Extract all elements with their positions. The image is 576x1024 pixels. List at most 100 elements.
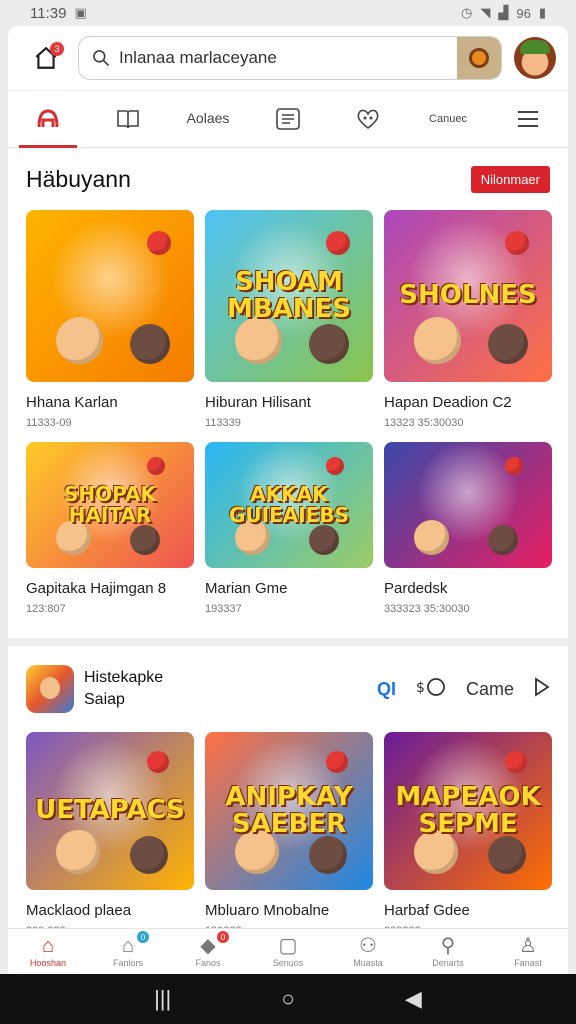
search-icon bbox=[93, 50, 110, 67]
game-thumbnail[interactable]: MAPEAOK SEPME bbox=[384, 732, 552, 890]
game-card[interactable]: SHOLNES Hapan Deadion C2 13323 35:30030 bbox=[384, 210, 552, 442]
character-art bbox=[414, 520, 449, 555]
game-thumbnail[interactable]: SHOAM MBANES bbox=[205, 210, 373, 382]
bottom-nav-fanast[interactable]: ♙ Fanast bbox=[493, 929, 563, 974]
thumbnail-title: SHOAM MBANES bbox=[226, 266, 352, 324]
game-meta: 123:807 bbox=[26, 603, 66, 615]
chat-icon: ◆ bbox=[200, 934, 216, 957]
game-card[interactable]: Pardedsk 333323 35:30030 bbox=[384, 442, 552, 634]
character-art bbox=[235, 317, 282, 364]
game-title[interactable]: Harbaf Gdee bbox=[384, 902, 552, 919]
signal-icon: ▟ bbox=[498, 5, 509, 20]
bottom-nav-denarts[interactable]: ⚲ Denarts bbox=[413, 929, 483, 974]
avatar[interactable] bbox=[514, 37, 556, 79]
game-card[interactable]: Hhana Karlan 11333-09 bbox=[26, 210, 194, 442]
nav-badge: 0 bbox=[217, 931, 229, 943]
game-title[interactable]: Hapan Deadion C2 bbox=[384, 394, 552, 411]
game-thumbnail[interactable]: UETAPACS bbox=[26, 732, 194, 890]
back-button[interactable]: ◀ bbox=[393, 986, 433, 1012]
game-card[interactable]: SHOAM MBANES Hiburan Hilisant 113339 bbox=[205, 210, 373, 442]
character-art bbox=[326, 231, 350, 255]
game-action-button[interactable]: Came bbox=[466, 679, 514, 700]
character-art bbox=[147, 231, 171, 255]
tab-library[interactable] bbox=[93, 90, 163, 148]
tab-favorites[interactable] bbox=[333, 90, 403, 148]
tab-canuec[interactable]: Canuec bbox=[413, 90, 483, 148]
bag-icon: ▢ bbox=[278, 934, 298, 957]
bottom-nav-fanos[interactable]: ◆ 0 Fanos bbox=[173, 929, 243, 974]
game-title[interactable]: Pardedsk bbox=[384, 580, 552, 597]
character-art bbox=[56, 317, 103, 364]
favorite-button[interactable]: $ bbox=[416, 676, 446, 703]
app-logo-icon bbox=[37, 109, 59, 128]
game-meta: 13323 35:30030 bbox=[384, 417, 464, 429]
home-icon: ⌂ bbox=[41, 934, 55, 957]
character-art bbox=[309, 836, 347, 874]
section-cta-button[interactable]: Nilonmaer bbox=[470, 165, 550, 193]
battery-icon: ▮ bbox=[538, 5, 546, 20]
quick-action-button[interactable]: QI bbox=[377, 679, 396, 700]
game-thumbnail[interactable] bbox=[384, 442, 552, 568]
bottom-nav-senuos[interactable]: ▢ Senuos bbox=[253, 929, 323, 974]
house-icon: ⌂ bbox=[121, 934, 135, 957]
game-thumbnail[interactable]: ANIPKAY SAEBER bbox=[205, 732, 373, 890]
game-meta: 193337 bbox=[205, 603, 242, 615]
thumbnail-title: SHOLNES bbox=[399, 280, 537, 311]
game-title[interactable]: Hiburan Hilisant bbox=[205, 394, 373, 411]
thumbnail-title: SHOPAK HAITAR bbox=[64, 482, 156, 527]
bottom-nav: ⌂ Hooshan ⌂ 0 Fanlors ◆ 0 Fanos ▢ Senuos… bbox=[8, 928, 568, 974]
bottom-nav-label: Fanos bbox=[195, 957, 221, 968]
game-grid: Hhana Karlan 11333-09 SHOAM MBANES Hibur… bbox=[26, 210, 552, 634]
tab-home[interactable] bbox=[13, 90, 83, 148]
game-card[interactable]: AKKAK GUIEAIEBS Marian Gme 193337 bbox=[205, 442, 373, 634]
home-system-button[interactable]: ○ bbox=[268, 986, 308, 1012]
game-thumbnail[interactable]: AKKAK GUIEAIEBS bbox=[205, 442, 373, 568]
character-art bbox=[326, 457, 344, 475]
game-card[interactable]: SHOPAK HAITAR Gapitaka Hajimgan 8 123:80… bbox=[26, 442, 194, 634]
game-title[interactable]: Marian Gme bbox=[205, 580, 373, 597]
search-bar[interactable] bbox=[78, 36, 502, 80]
tab-news[interactable] bbox=[253, 90, 323, 148]
search-action-button[interactable] bbox=[457, 37, 501, 79]
character-art bbox=[326, 751, 348, 773]
play-button[interactable] bbox=[534, 676, 550, 702]
menu-button[interactable] bbox=[493, 90, 563, 148]
people-icon: ⚇ bbox=[359, 934, 377, 957]
game-thumbnail[interactable] bbox=[26, 210, 194, 382]
promo-header: Histekapke Saiap QI $ Came bbox=[26, 646, 550, 732]
featured-section: Häbuyann Nilonmaer Hhana Karlan 11333-09… bbox=[8, 148, 568, 964]
game-thumbnail[interactable]: SHOPAK HAITAR bbox=[26, 442, 194, 568]
recents-button[interactable]: ||| bbox=[143, 986, 183, 1012]
game-title[interactable]: Mbluaro Mnobalne bbox=[205, 902, 373, 919]
bottom-nav-label: Fanlors bbox=[112, 957, 143, 968]
character-art bbox=[147, 457, 165, 475]
game-title[interactable]: Gapitaka Hajimgan 8 bbox=[26, 580, 194, 597]
promo-line-1: Histekapke bbox=[84, 669, 164, 687]
search-input[interactable] bbox=[119, 48, 449, 68]
alarm-icon: ◷ bbox=[461, 5, 473, 20]
bottom-nav-home[interactable]: ⌂ Hooshan bbox=[13, 929, 83, 974]
search-icon: ⚲ bbox=[440, 934, 456, 957]
home-button[interactable]: 3 bbox=[26, 38, 66, 78]
character-art bbox=[309, 525, 339, 555]
bottom-nav-muasta[interactable]: ⚇ Muasta bbox=[333, 929, 403, 974]
thumbnail-title: ANIPKAY SAEBER bbox=[225, 781, 353, 839]
tab-aolaes[interactable]: Aolaes bbox=[173, 90, 243, 148]
bottom-nav-label: Senuos bbox=[272, 957, 304, 968]
nav-badge: 0 bbox=[137, 931, 149, 943]
person-icon: ♙ bbox=[519, 934, 537, 957]
section-divider bbox=[8, 638, 568, 646]
svg-text:$: $ bbox=[416, 680, 425, 696]
game-title[interactable]: Macklaod plaea bbox=[26, 902, 194, 919]
game-meta: 11333-09 bbox=[26, 417, 72, 429]
app-icon[interactable] bbox=[26, 665, 74, 713]
game-thumbnail[interactable]: SHOLNES bbox=[384, 210, 552, 382]
game-meta: 333323 35:30030 bbox=[384, 603, 470, 615]
system-nav-bar: ||| ○ ◀ bbox=[0, 974, 576, 1024]
notification-badge: 3 bbox=[50, 42, 64, 56]
character-art bbox=[130, 324, 170, 364]
top-bar: 3 bbox=[8, 26, 568, 90]
promo-actions: QI $ Came bbox=[377, 676, 550, 703]
bottom-nav-fanlors[interactable]: ⌂ 0 Fanlors bbox=[93, 929, 163, 974]
game-title[interactable]: Hhana Karlan bbox=[26, 394, 194, 411]
